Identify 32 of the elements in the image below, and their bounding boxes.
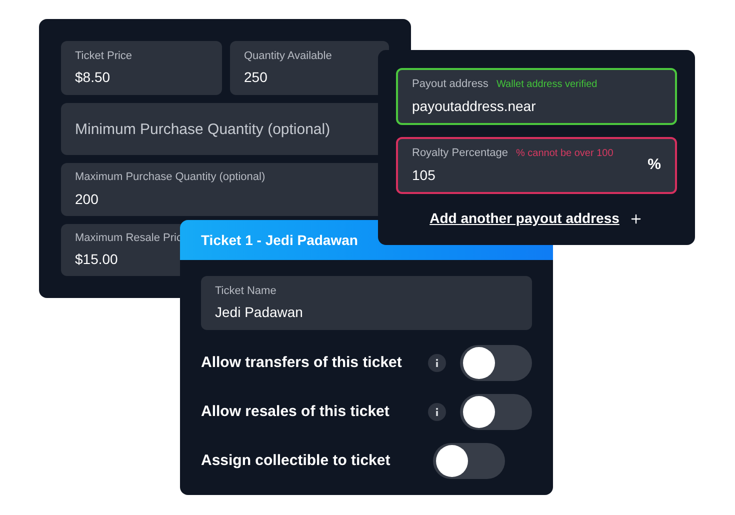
toggle-label: Allow resales of this ticket xyxy=(201,402,390,422)
field-value: $15.00 xyxy=(75,250,118,270)
toggle-switch[interactable] xyxy=(460,345,532,381)
field-value: Jedi Padawan xyxy=(215,303,304,322)
input-field[interactable]: Royalty Percentage % cannot be over 100 105 % xyxy=(396,137,677,194)
field-value: 250 xyxy=(244,68,268,88)
add-payout-link[interactable]: Add another payout address xyxy=(430,208,620,229)
plus-icon[interactable] xyxy=(629,212,644,226)
percent-suffix: % xyxy=(648,155,661,176)
field-label: Maximum Purchase Quantity (optional) xyxy=(75,170,266,186)
input-field[interactable]: Quantity Available 250 xyxy=(230,41,389,95)
info-icon[interactable] xyxy=(428,354,446,372)
field-label: Payout address xyxy=(412,77,488,92)
info-icon[interactable] xyxy=(428,403,446,421)
field-value: 105 xyxy=(412,166,436,185)
field-value: payoutaddress.near xyxy=(412,96,537,116)
toggle-switch[interactable] xyxy=(433,443,505,479)
validation-message: Wallet address verified xyxy=(496,78,598,92)
field-label: Quantity Available xyxy=(244,48,332,64)
field-label: Ticket Name xyxy=(215,284,278,299)
field-label: Royalty Percentage xyxy=(412,146,508,162)
toggle-label: Assign collectible to ticket xyxy=(201,450,392,471)
validation-message: % cannot be over 100 xyxy=(516,147,614,161)
input-field[interactable]: Ticket Price $8.50 xyxy=(61,41,222,95)
card-title: Ticket 1 - Jedi Padawan xyxy=(201,230,358,250)
input-field[interactable]: Ticket Name Jedi Padawan xyxy=(201,276,532,330)
toggle-switch[interactable] xyxy=(460,394,532,430)
input-field[interactable]: Payout address Wallet address verified payoutaddress.near xyxy=(396,68,677,125)
field-value: 200 xyxy=(75,190,98,209)
field-value: $8.50 xyxy=(75,68,110,88)
field-label: Ticket Price xyxy=(75,48,132,64)
toggle-label: Allow transfers of this ticket xyxy=(201,352,403,373)
